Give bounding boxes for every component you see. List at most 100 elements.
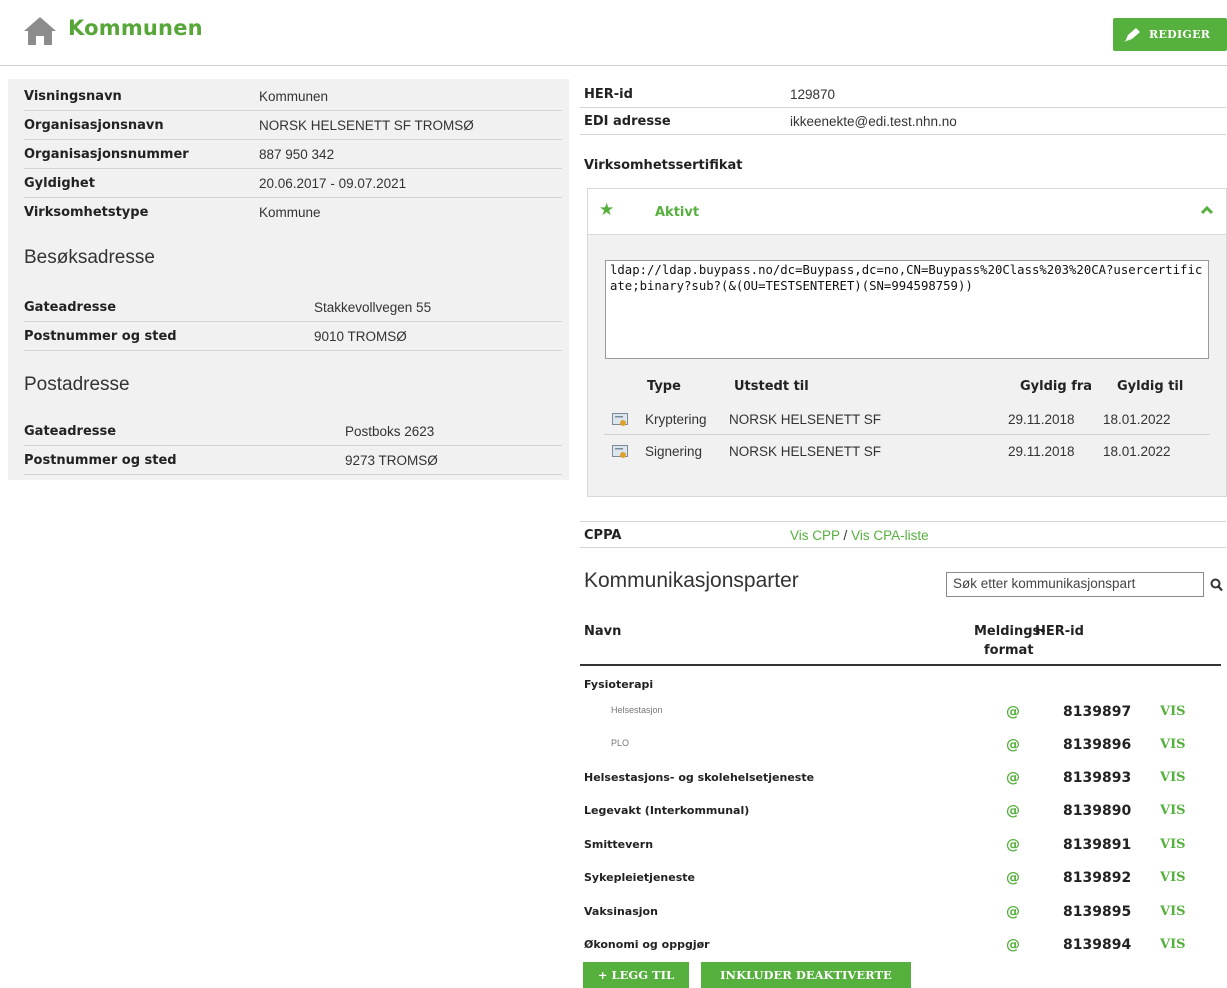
partner-her-id: 8139891 (1063, 837, 1132, 853)
view-partner-link[interactable]: VIS (1160, 704, 1186, 719)
chevron-up-icon[interactable] (1200, 203, 1214, 217)
include-deactivated-button[interactable]: INKLUDER DEAKTIVERTE (701, 962, 911, 988)
detail-row: Organisasjonsnummer 887 950 342 (24, 140, 562, 169)
cppa-row: CPPA Vis CPP / Vis CPA-liste (580, 521, 1226, 548)
detail-label: Gyldighet (24, 175, 95, 191)
partner-her-id: 8139896 (1063, 737, 1132, 753)
cert-valid-to: 18.01.2022 (1103, 412, 1171, 427)
partner-row: Helsestasjons- og skolehelsetjeneste @ 8… (580, 762, 1221, 795)
detail-label: Organisasjonsnummer (24, 146, 189, 162)
email-format-icon: @ (1006, 904, 1020, 920)
col-issued-to: Utstedt til (734, 379, 809, 394)
cert-type: Kryptering (645, 412, 707, 427)
detail-row: Organisasjonsnavn NORSK HELSENETT SF TRO… (24, 111, 562, 140)
edit-button[interactable]: REDIGER (1113, 18, 1227, 51)
partner-row: Vaksinasjon @ 8139895 VIS (580, 896, 1221, 929)
view-partner-link[interactable]: VIS (1160, 937, 1186, 952)
address-row: Postnummer og sted 9010 TROMSØ (24, 322, 562, 351)
her-id-value: 129870 (790, 86, 836, 102)
detail-value: 20.06.2017 - 09.07.2021 (259, 175, 407, 191)
partner-name: Helsestasjons- og skolehelsetjeneste (584, 771, 815, 784)
certificate-heading: Virksomhetssertifikat (584, 158, 743, 173)
address-value: Postboks 2623 (345, 423, 435, 439)
partner-her-id: 8139894 (1063, 937, 1132, 953)
pencil-icon (1124, 27, 1140, 42)
view-cpa-list-link[interactable]: Vis CPA-liste (851, 528, 929, 543)
partner-row: Sykepleietjeneste @ 8139892 VIS (580, 862, 1221, 895)
add-partner-button[interactable]: + LEGG TIL (583, 962, 689, 988)
partner-her-id: 8139890 (1063, 803, 1132, 819)
view-partner-link[interactable]: VIS (1160, 904, 1186, 919)
detail-row: Virksomhetstype Kommune (24, 198, 562, 227)
partner-row: PLO @ 8139896 VIS (580, 729, 1221, 762)
partner-name: Legevakt (Interkommunal) (584, 804, 750, 817)
detail-label: Visningsnavn (24, 88, 122, 104)
email-format-icon: @ (1006, 770, 1020, 786)
address-value: 9273 TROMSØ (345, 452, 438, 468)
ldap-textbox[interactable]: ldap://ldap.buypass.no/dc=Buypass,dc=no,… (605, 260, 1209, 359)
view-partner-link[interactable]: VIS (1160, 770, 1186, 785)
partner-group-name: Fysioterapi (584, 678, 654, 691)
postal-address-heading: Postadresse (24, 374, 130, 395)
page-title: Kommunen (68, 16, 203, 40)
partner-name: Sykepleietjeneste (584, 871, 695, 884)
email-format-icon: @ (1006, 704, 1020, 720)
partner-her-id: 8139895 (1063, 904, 1132, 920)
partner-row: Økonomi og oppgjør @ 8139894 VIS (580, 929, 1221, 962)
address-label: Gateadresse (24, 423, 117, 439)
detail-label: Virksomhetstype (24, 205, 149, 220)
col-name: Navn (584, 624, 622, 639)
view-partner-link[interactable]: VIS (1160, 737, 1186, 752)
certificate-row[interactable]: Signering NORSK HELSENETT SF 29.11.2018 … (604, 437, 1210, 467)
partner-her-id: 8139893 (1063, 770, 1132, 786)
view-cpp-link[interactable]: Vis CPP (790, 528, 840, 543)
edit-button-label: REDIGER (1149, 28, 1211, 41)
email-format-icon: @ (1006, 803, 1020, 819)
col-her-id: HER-id (1035, 624, 1084, 639)
search-icon[interactable] (1210, 578, 1223, 592)
certificate-status-label: Aktivt (655, 205, 700, 220)
detail-value: Kommunen (259, 88, 329, 104)
certificate-accordion: ★ Aktivt ldap://ldap.buypass.no/dc=Buypa… (587, 188, 1227, 497)
partner-row: Legevakt (Interkommunal) @ 8139890 VIS (580, 795, 1221, 828)
certificate-row[interactable]: Kryptering NORSK HELSENETT SF 29.11.2018… (604, 405, 1210, 435)
edi-address-label: EDI adresse (584, 113, 671, 129)
address-label: Postnummer og sted (24, 328, 177, 344)
accordion-header[interactable]: ★ Aktivt (588, 189, 1226, 235)
detail-label: Organisasjonsnavn (24, 117, 164, 133)
address-label: Postnummer og sted (24, 452, 177, 468)
address-row: Gateadresse Stakkevollvegen 55 (24, 293, 562, 322)
edi-address-row: EDI adresse ikkeenekte@edi.test.nhn.no (580, 108, 1226, 135)
view-partner-link[interactable]: VIS (1160, 803, 1186, 818)
col-valid-from: Gyldig fra (1020, 379, 1093, 394)
view-partner-link[interactable]: VIS (1160, 837, 1186, 852)
partner-name: Helsestasjon (611, 705, 663, 715)
partner-name: PLO (611, 738, 630, 748)
address-value: Stakkevollvegen 55 (314, 299, 432, 315)
star-icon: ★ (599, 200, 615, 220)
partner-group-row: Fysioterapi (580, 669, 1221, 699)
cert-valid-from: 29.11.2018 (1008, 444, 1075, 459)
cert-issued-to: NORSK HELSENETT SF (729, 444, 882, 459)
detail-row: Visningsnavn Kommunen (24, 82, 562, 111)
her-id-label: HER-id (584, 86, 633, 102)
email-format-icon: @ (1006, 937, 1020, 953)
detail-value: 887 950 342 (259, 146, 335, 162)
partner-search-input[interactable]: Søk etter kommunikasjonspart (946, 572, 1204, 597)
partner-name: Smittevern (584, 838, 654, 851)
certificate-icon (612, 413, 628, 426)
partner-row: Helsestasjon @ 8139897 VIS (580, 696, 1221, 729)
certificate-icon (612, 445, 628, 458)
partner-her-id: 8139897 (1063, 704, 1132, 720)
col-type: Type (647, 379, 681, 394)
her-id-row: HER-id 129870 (580, 81, 1226, 108)
view-partner-link[interactable]: VIS (1160, 870, 1186, 885)
partner-name: Økonomi og oppgjør (584, 938, 710, 951)
table-header-divider (580, 664, 1221, 666)
partner-name: Vaksinasjon (584, 905, 658, 918)
cppa-links: Vis CPP / Vis CPA-liste (790, 528, 929, 543)
partners-title: Kommunikasjonsparter (584, 569, 799, 592)
home-icon[interactable] (23, 16, 57, 46)
detail-value: NORSK HELSENETT SF TROMSØ (259, 117, 474, 133)
col-valid-to: Gyldig til (1117, 379, 1184, 394)
